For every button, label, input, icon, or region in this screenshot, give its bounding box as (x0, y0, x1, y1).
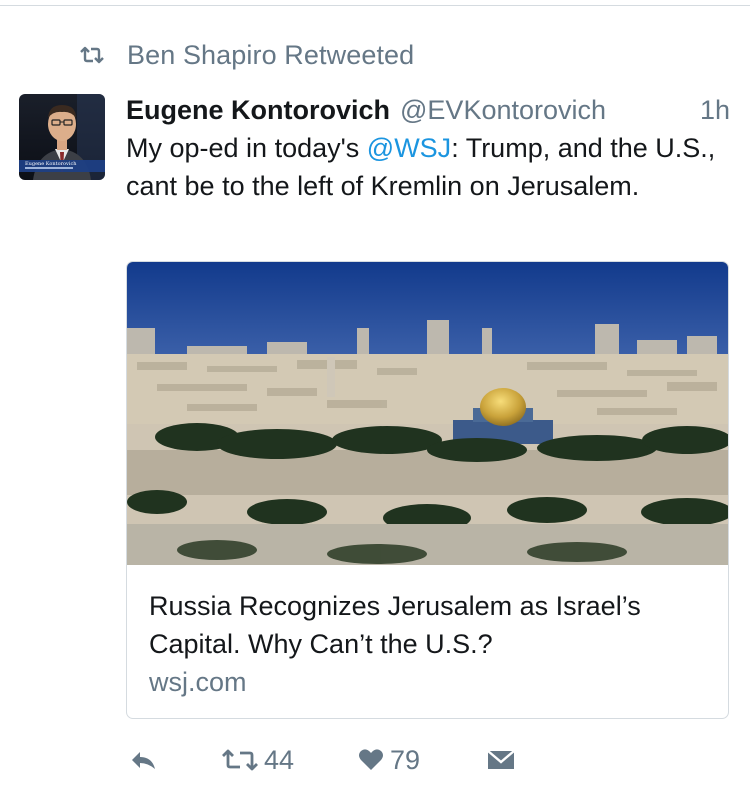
svg-text:Eugene Kontorovich: Eugene Kontorovich (25, 161, 77, 167)
tweet-text: My op-ed in today's @WSJ: Trump, and the… (126, 129, 736, 205)
tweet-header: Eugene Kontorovich @EVKontorovich 1h (126, 92, 734, 128)
card-title[interactable]: Russia Recognizes Jerusalem as Israel’s … (149, 587, 709, 663)
heart-icon (359, 749, 383, 770)
retweet-button[interactable]: 44 (222, 740, 294, 780)
tweet-timestamp[interactable]: 1h (700, 95, 734, 126)
author-handle[interactable]: @EVKontorovich (400, 95, 606, 126)
direct-message-button[interactable] (487, 740, 515, 780)
retweet-count: 44 (264, 744, 295, 775)
top-divider (0, 5, 750, 6)
retweet-icon (222, 749, 258, 771)
avatar[interactable]: Eugene Kontorovich (19, 94, 105, 180)
tweet-actions: 44 79 (0, 740, 750, 780)
retweet-icon (80, 46, 104, 64)
reply-button[interactable] (130, 740, 158, 780)
card-image (127, 262, 728, 565)
retweet-context[interactable]: Ben Shapiro Retweeted (79, 38, 414, 72)
retweet-context-text: Ben Shapiro Retweeted (127, 39, 415, 70)
link-card[interactable]: Russia Recognizes Jerusalem as Israel’s … (126, 261, 729, 719)
avatar-image: Eugene Kontorovich (19, 94, 105, 180)
like-button[interactable]: 79 (358, 740, 420, 780)
reply-icon (132, 752, 155, 769)
direct-message-icon (487, 750, 515, 769)
tweet-text-part: My op-ed in today's (126, 133, 367, 163)
card-domain: wsj.com (149, 667, 247, 697)
author-name[interactable]: Eugene Kontorovich (126, 95, 390, 126)
like-count: 79 (390, 744, 421, 775)
mention-link[interactable]: @WSJ (367, 133, 451, 163)
